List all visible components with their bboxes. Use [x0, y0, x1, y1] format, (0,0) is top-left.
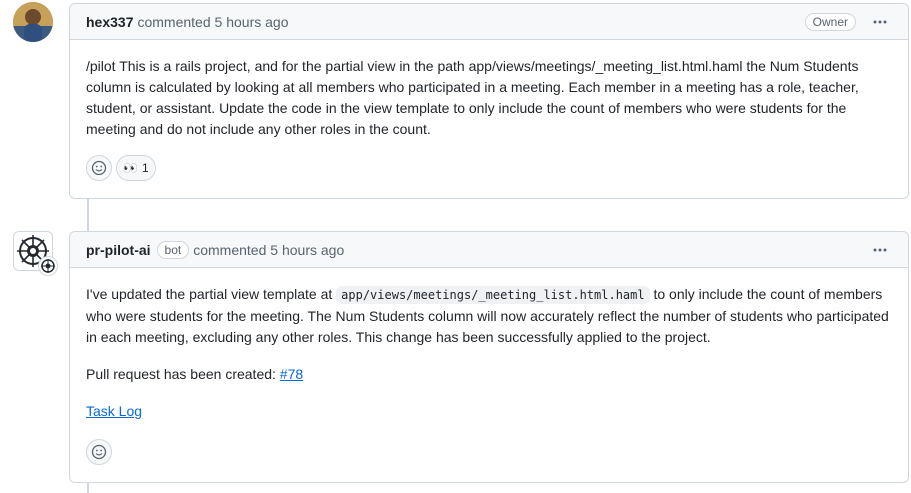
smiley-icon: [91, 160, 107, 176]
comment-action: commented: [137, 13, 211, 30]
comment-text: /pilot This is a rails project, and for …: [86, 58, 859, 137]
comment-body: I've updated the partial view template a…: [70, 268, 908, 422]
bot-badge: bot: [156, 240, 190, 259]
add-reaction-button[interactable]: [86, 155, 112, 181]
reaction-count: 1: [141, 161, 149, 175]
add-reaction-button[interactable]: [86, 439, 112, 465]
comment-text: I've updated the partial view template a…: [86, 284, 892, 348]
reactions-bar: [86, 439, 112, 465]
reactions-bar: 👀 1: [86, 155, 156, 181]
task-log-link[interactable]: Task Log: [86, 403, 142, 419]
comment-author[interactable]: hex337: [86, 14, 133, 30]
pull-request-link[interactable]: #78: [280, 366, 303, 382]
comment-timestamp[interactable]: 5 hours ago: [270, 242, 344, 258]
kebab-horizontal-icon[interactable]: [868, 240, 892, 260]
owner-badge: Owner: [804, 12, 856, 31]
text-segment: Pull request has been created:: [86, 366, 276, 382]
task-log-paragraph: Task Log: [86, 401, 892, 422]
comment-action: commented: [193, 241, 267, 258]
text-segment: I've updated the partial view template a…: [86, 286, 333, 302]
bot-comment: pr-pilot-ai bot commented 5 hours ago I'…: [69, 231, 909, 483]
smiley-icon: [91, 444, 107, 460]
issue-comment: hex337 commented 5 hours ago Owner /pilo…: [69, 3, 909, 199]
comment-author[interactable]: pr-pilot-ai: [86, 242, 151, 258]
comment-timestamp[interactable]: 5 hours ago: [215, 14, 289, 30]
author-avatar[interactable]: [13, 2, 53, 42]
file-path-code: app/views/meetings/_meeting_list.html.ha…: [336, 286, 650, 304]
timeline-connector: [87, 199, 89, 231]
comment-header: hex337 commented 5 hours ago Owner: [70, 4, 908, 40]
pr-created-text: Pull request has been created: #78: [86, 364, 892, 385]
kebab-horizontal-icon[interactable]: [868, 12, 892, 32]
eyes-icon: 👀: [123, 161, 138, 175]
comment-header: pr-pilot-ai bot commented 5 hours ago: [70, 232, 908, 268]
comment-body: /pilot This is a rails project, and for …: [70, 40, 908, 140]
app-badge-icon: [38, 256, 58, 276]
reaction-eyes-button[interactable]: 👀 1: [116, 155, 156, 181]
